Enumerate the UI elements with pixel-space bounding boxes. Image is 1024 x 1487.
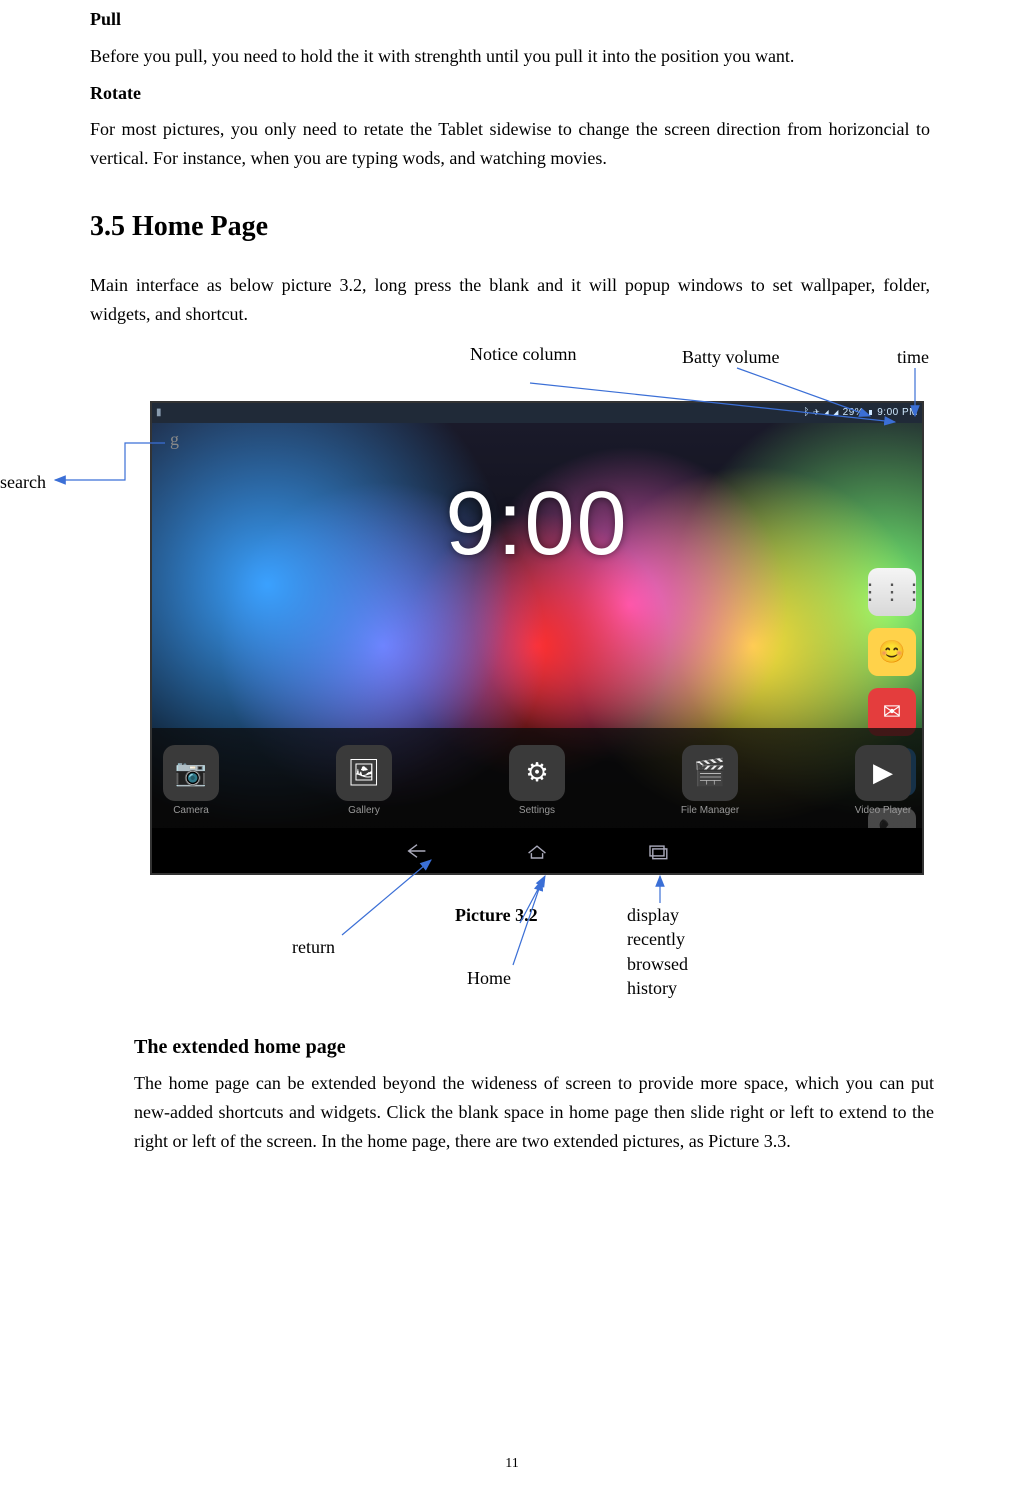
app-label: Settings (519, 805, 555, 816)
rotate-body: For most pictures, you only need to reta… (90, 115, 930, 173)
dock-app-file-manager[interactable]: 🎬 File Manager (671, 745, 749, 816)
callout-home: Home (467, 966, 511, 990)
callout-recent: display recently browsed history (627, 903, 707, 1000)
battery-percent: 29% (843, 407, 865, 418)
app-dock: 📷 Camera 🖼 Gallery ⚙ Settings 🎬 File Manager ▶ Vi… (152, 728, 922, 828)
main-paragraph: Main interface as below picture 3.2, lon… (90, 271, 930, 329)
app-label: Video Player (855, 805, 912, 816)
callout-time: time (897, 345, 929, 369)
page-number: 11 (0, 1456, 1024, 1472)
bluetooth-icon: ᛒ (804, 407, 811, 418)
app-icon: ▶ (855, 745, 911, 801)
signal-icon: ◢ (823, 407, 830, 418)
callout-search: search (0, 470, 46, 494)
figure-caption: Picture 3.2 (455, 903, 538, 927)
status-time: 9:00 PM (877, 407, 918, 418)
home-button[interactable] (517, 838, 557, 864)
app-label: File Manager (681, 805, 739, 816)
tablet-homescreen: ▮ ᛒ ✈ ◢ ◢ 29% ▮ 9:00 PM g 9:00 ⋮⋮⋮😊✉👥📞 📷… (150, 401, 924, 875)
pull-body: Before you pull, you need to hold the it… (90, 42, 930, 71)
google-search-icon[interactable]: g (170, 429, 194, 453)
app-icon: 🖼 (336, 745, 392, 801)
side-app-1[interactable]: 😊 (868, 628, 916, 676)
section-heading: 3.5 Home Page (90, 211, 930, 243)
app-icon: 📷 (163, 745, 219, 801)
callout-batty: Batty volume (682, 345, 780, 369)
clock-widget[interactable]: 9:00 (152, 473, 922, 576)
battery-icon: ▮ (867, 407, 874, 418)
back-button[interactable] (397, 838, 437, 864)
app-label: Gallery (348, 805, 380, 816)
dock-app-camera[interactable]: 📷 Camera (152, 745, 230, 816)
dock-app-gallery[interactable]: 🖼 Gallery (325, 745, 403, 816)
signal-icon-2: ◢ (833, 407, 840, 418)
app-icon: ⚙ (509, 745, 565, 801)
side-app-0[interactable]: ⋮⋮⋮ (868, 568, 916, 616)
app-label: Camera (173, 805, 209, 816)
pull-heading: Pull (90, 9, 121, 29)
recent-apps-button[interactable] (637, 838, 677, 864)
navigation-bar (152, 828, 922, 873)
airplane-icon: ✈ (813, 407, 820, 418)
status-bar[interactable]: ▮ ᛒ ✈ ◢ ◢ 29% ▮ 9:00 PM (152, 403, 922, 423)
extended-heading: The extended home page (134, 1036, 934, 1059)
extended-body: The home page can be extended beyond the… (134, 1069, 934, 1155)
callout-return: return (292, 935, 335, 959)
dock-app-video-player[interactable]: ▶ Video Player (844, 745, 922, 816)
app-icon: 🎬 (682, 745, 738, 801)
dock-app-settings[interactable]: ⚙ Settings (498, 745, 576, 816)
rotate-heading: Rotate (90, 83, 141, 103)
callout-notice: Notice column (470, 342, 580, 366)
